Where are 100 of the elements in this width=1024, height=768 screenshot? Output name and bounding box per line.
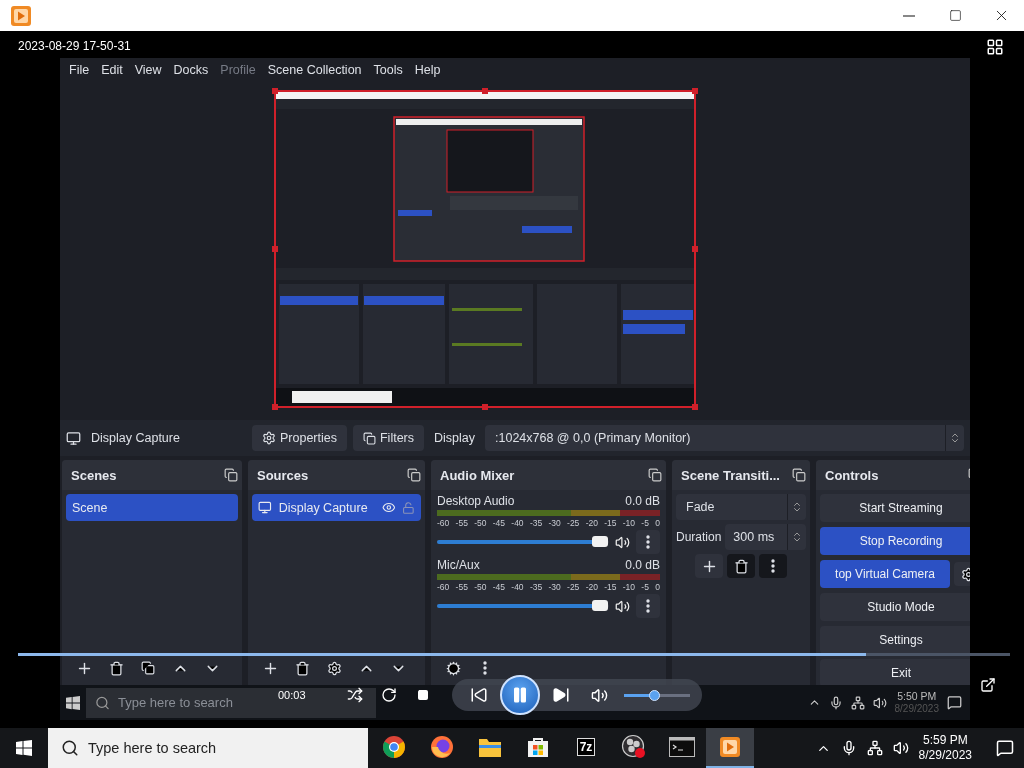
miniplayer-icon[interactable] [980,677,996,693]
recording-app-icon [621,734,647,760]
volume-icon[interactable] [872,695,887,710]
scale-label: -35 [529,582,543,592]
more-icon [771,559,775,573]
more-button[interactable] [759,554,787,578]
scene-item[interactable]: Scene [66,494,238,521]
network-icon[interactable] [866,740,883,756]
undock-icon[interactable] [792,468,806,482]
settings-icon [960,566,970,582]
delete-button[interactable] [727,554,755,578]
control-button[interactable]: Settings [820,626,970,654]
scale-label: -15 [604,518,617,528]
scale-label: -45 [492,582,506,592]
filters-button[interactable]: Filters [353,425,424,451]
source-name: Display Capture [91,431,180,445]
spinner-arrows-icon[interactable] [791,501,803,513]
eye-icon[interactable] [381,500,396,515]
scale-label: -20 [585,582,598,592]
monitor-icon [66,430,81,446]
scale-label: -50 [474,582,487,592]
menu-item[interactable]: Help [409,63,446,77]
menu-item[interactable]: Scene Collection [262,63,367,77]
control-button[interactable]: Start Streaming [820,494,970,522]
taskbar-app[interactable] [706,728,754,768]
dock-title: Sources [257,467,309,483]
media-player-icon [10,4,32,27]
filter-icon [141,661,155,675]
source-item[interactable]: Display Capture [252,494,421,521]
mic-icon[interactable] [828,695,843,710]
firefox-icon [430,735,454,759]
properties-button[interactable]: Properties [252,425,347,451]
scale-label: -10 [622,582,636,592]
menu-item[interactable]: Edit [96,63,128,77]
maximize-icon [948,9,962,22]
filter-icon [363,431,376,445]
control-button[interactable]: Stop Recording [820,527,970,555]
more-button[interactable] [636,530,660,554]
menu-item[interactable]: Docks [168,63,214,77]
dock-title: Scenes [71,467,117,483]
more-button[interactable] [636,594,660,618]
next-icon [552,686,570,704]
clock-date: 8/29/2023 [918,748,972,763]
duration-field[interactable]: 300 ms [725,524,806,550]
search-field[interactable]: Type here to search [48,728,368,768]
transition-select[interactable]: Fade [676,494,806,520]
scale-label: -45 [492,518,506,528]
scale-label: -30 [548,518,561,528]
pause-icon [511,686,529,704]
scale-label: -40 [511,582,524,592]
volume-icon[interactable] [615,534,630,550]
scale-label: -55 [455,582,468,592]
slider-thumb[interactable] [592,600,609,611]
scale-label: -35 [529,518,543,528]
spinner-arrows-icon[interactable] [791,531,803,543]
minimize-icon [903,14,915,17]
scale-label: -55 [455,518,468,528]
scale-label: 0 [655,518,660,528]
volume-icon[interactable] [892,740,909,756]
grid-icon[interactable] [986,38,1004,56]
undock-icon[interactable] [224,468,238,482]
elapsed-time: 00:03 [278,689,307,701]
scale-label: -5 [641,582,649,592]
scale-label: -15 [604,582,617,592]
spinner-arrows-icon[interactable] [949,432,961,444]
monitor-icon [258,500,272,515]
control-button[interactable]: top Virtual Camera [820,560,950,588]
archiver-logo: 7z [576,738,596,756]
dock-title: Audio Mixer [440,467,515,483]
undock-icon[interactable] [407,468,421,482]
menu-item[interactable]: View [129,63,167,77]
volume-icon[interactable] [615,598,630,614]
control-button[interactable]: Exit [820,659,970,685]
add-button[interactable] [695,554,723,578]
terminal-icon [669,737,695,757]
taskbar-app[interactable]: 7z [562,728,610,768]
play-pause-button[interactable] [500,675,540,715]
scale-label: -10 [622,518,636,528]
store-bag-icon [527,736,549,758]
search-icon [61,739,79,757]
folder-icon [478,736,502,758]
video-filename: 2023-08-29 17-50-31 [18,39,131,53]
channel-name: Mic/Aux [437,558,480,572]
undock-icon[interactable] [648,468,662,482]
display-select[interactable]: :1024x768 @ 0,0 (Primary Monitor) [485,425,964,451]
search-icon [95,695,110,710]
slider-thumb[interactable] [648,689,660,701]
control-button[interactable]: Studio Mode [820,593,970,621]
notifications-icon[interactable] [947,695,962,710]
menu-item[interactable]: File [64,63,95,77]
slider-thumb[interactable] [592,536,609,547]
cog-icon [445,660,461,676]
clock-date: 8/29/2023 [894,702,939,716]
menu-item[interactable]: Tools [368,63,408,77]
scale-label: 0 [655,582,660,592]
network-icon[interactable] [850,695,865,710]
delete-icon [294,660,310,676]
clock-time: 5:50 PM [897,689,937,703]
display-label: Display [433,431,476,445]
gear-icon [262,431,276,445]
